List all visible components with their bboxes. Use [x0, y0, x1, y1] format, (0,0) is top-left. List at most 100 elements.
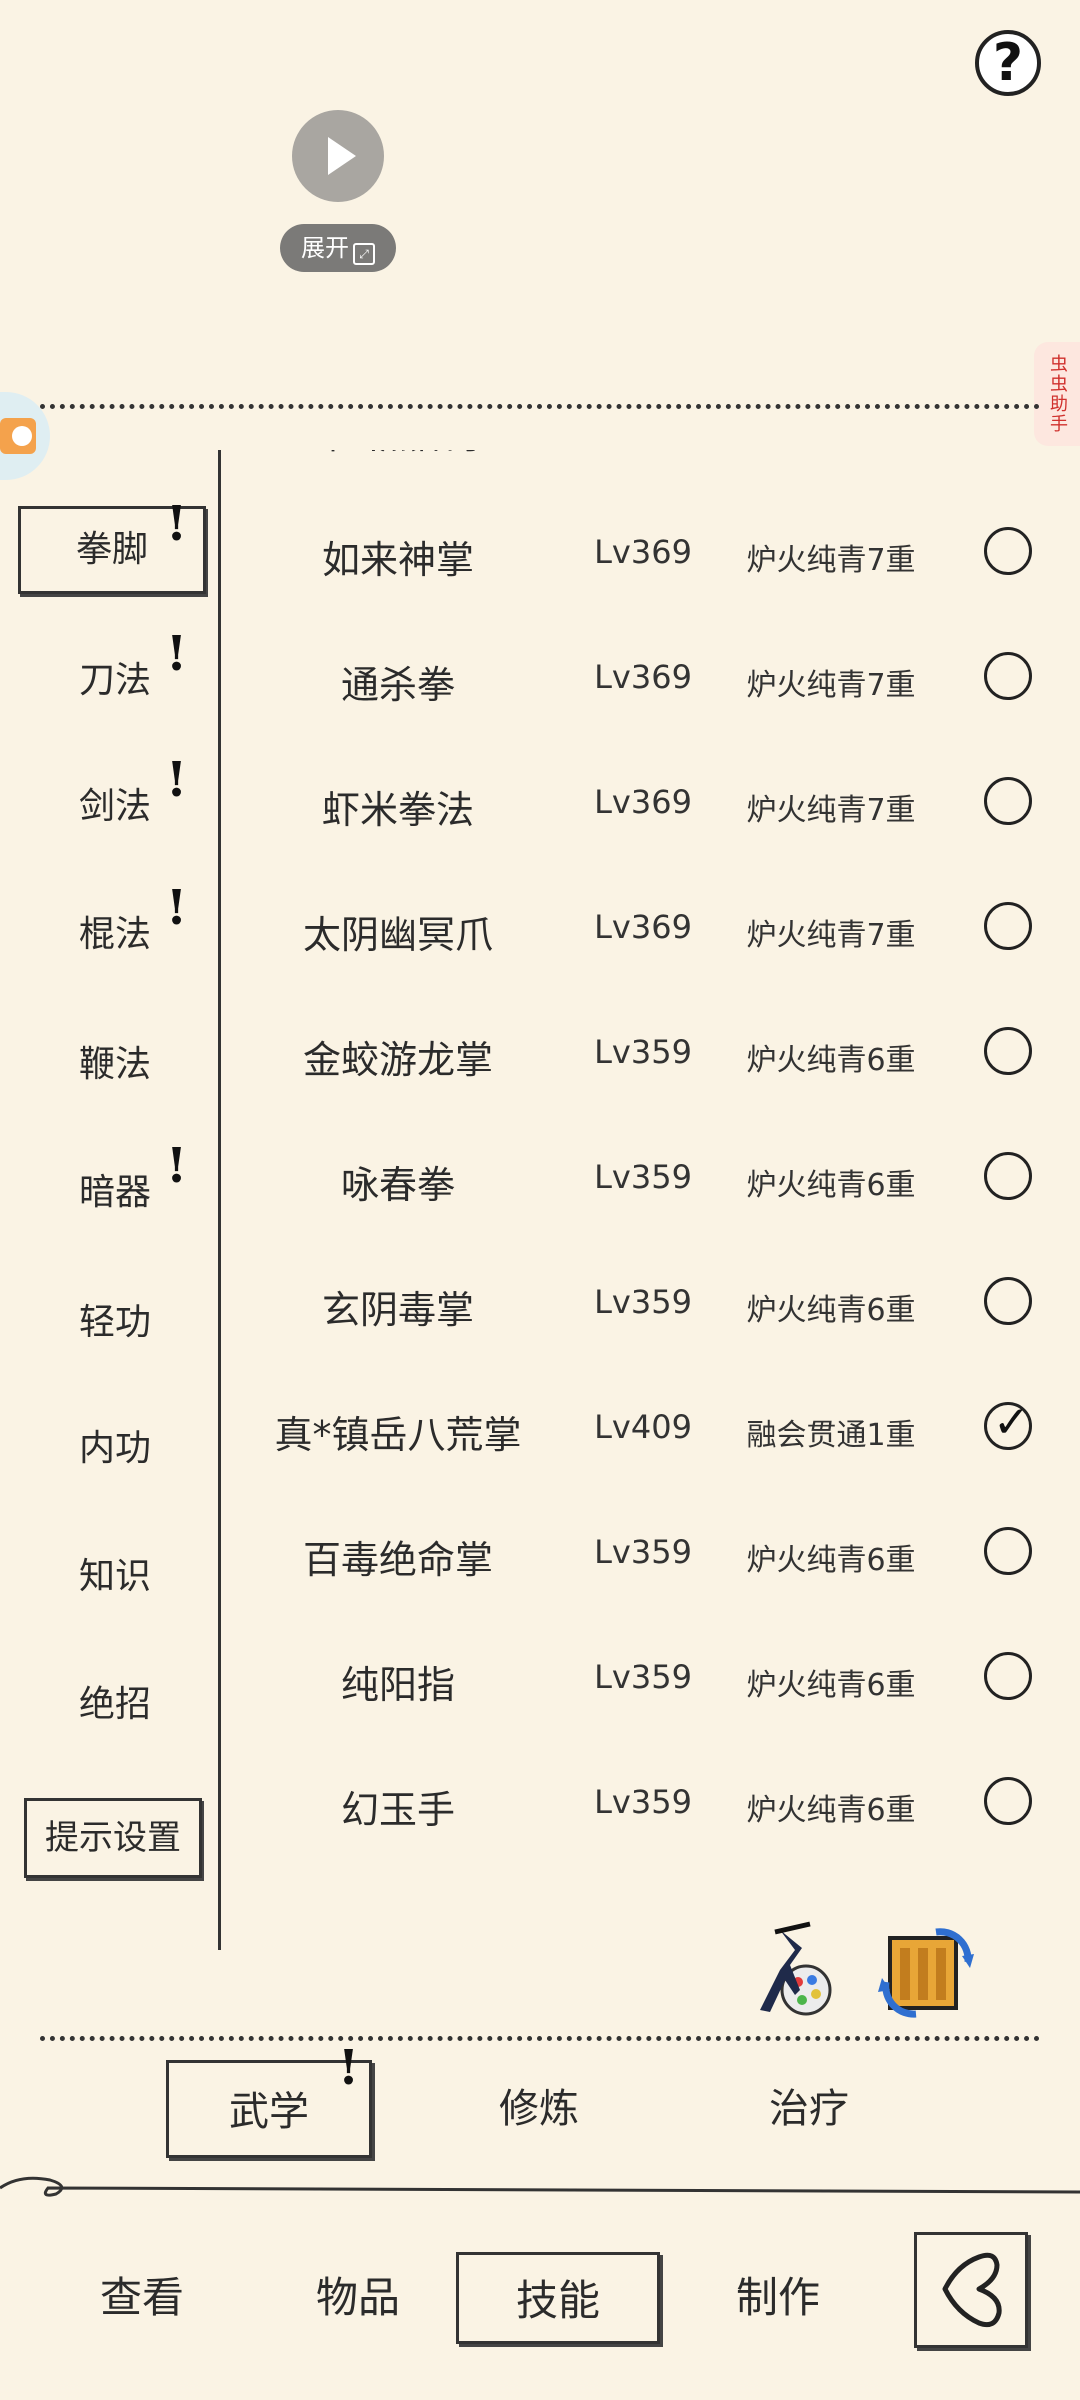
skill-radio[interactable]: [984, 652, 1032, 700]
skill-level: Lv359: [594, 1533, 692, 1571]
alert-mark: !: [338, 2040, 360, 2096]
menu-item-7[interactable]: 内功: [30, 1414, 200, 1484]
nav-item-0[interactable]: 查看: [40, 2252, 244, 2344]
skill-realm: 炉火纯青6重: [746, 1168, 916, 1203]
skill-name: 雪山烈阳掌: [222, 450, 574, 459]
skill-level: Lv359: [594, 1658, 692, 1696]
skill-row[interactable]: 真*镇岳八荒掌 Lv409 融会贯通1重 ✓: [222, 1362, 1080, 1486]
check-icon: ✓: [993, 1397, 1030, 1448]
skill-row[interactable]: 玄阴毒掌 Lv359 炉火纯青6重: [222, 1237, 1080, 1361]
skill-radio[interactable]: [984, 777, 1032, 825]
skill-row[interactable]: 幻玉手 Lv359 炉火纯青6重: [222, 1737, 1080, 1861]
skill-level: Lv369: [594, 533, 692, 571]
menu-item-label: 刀法: [78, 660, 151, 701]
skill-row[interactable]: 如来神掌 Lv369 炉火纯青7重: [222, 487, 1080, 611]
skill-row[interactable]: 咏春拳 Lv359 炉火纯青6重: [222, 1112, 1080, 1236]
back-icon: [942, 2252, 1002, 2328]
skill-name: 金蛟游龙掌: [302, 1038, 493, 1082]
subtab-2[interactable]: 治疗: [706, 2060, 912, 2158]
skill-row[interactable]: 太阴幽冥爪 Lv369 炉火纯青7重: [222, 862, 1080, 986]
alert-mark: !: [166, 1138, 188, 1194]
nav-item-2[interactable]: 技能: [456, 2252, 660, 2344]
skill-name: 玄阴毒掌: [321, 1288, 474, 1332]
skill-row[interactable]: 通杀拳 Lv369 炉火纯青7重: [222, 612, 1080, 736]
divider-bottom: [40, 2036, 1040, 2041]
skill-radio-checked[interactable]: ✓: [984, 1397, 1032, 1450]
menu-item-label: 绝招: [78, 1684, 151, 1725]
skill-level: Lv359: [594, 1158, 692, 1196]
skill-name: 纯阳指: [340, 1663, 455, 1707]
menu-item-8[interactable]: 知识: [30, 1542, 200, 1612]
side-helper-tab[interactable]: 虫虫助手: [1034, 342, 1080, 446]
back-button[interactable]: [914, 2232, 1028, 2348]
nav-item-label: 查看: [99, 2273, 184, 2322]
skill-realm: 炉火纯青6重: [746, 1043, 916, 1078]
play-icon[interactable]: [292, 110, 384, 202]
skill-name: 百毒绝命掌: [302, 1538, 493, 1582]
skill-name: 通杀拳: [340, 663, 455, 707]
menu-item-label: 轻功: [78, 1302, 151, 1343]
skill-row[interactable]: 虾米拳法 Lv369 炉火纯青7重: [222, 737, 1080, 861]
skill-level: Lv369: [594, 658, 692, 696]
skill-row[interactable]: 百毒绝命掌 Lv359 炉火纯青6重: [222, 1487, 1080, 1611]
skill-realm: 炉火纯青7重: [746, 918, 916, 953]
nav-item-1[interactable]: 物品: [256, 2252, 460, 2344]
skill-level: Lv359: [594, 1783, 692, 1821]
skill-name: 真*镇岳八荒掌: [274, 1413, 522, 1457]
skill-name: 虾米拳法: [321, 788, 474, 832]
nav-item-label: 制作: [735, 2273, 820, 2322]
expand-label: 展开: [301, 234, 349, 262]
skill-radio[interactable]: [984, 1777, 1032, 1825]
skill-realm: 融会贯通1重: [746, 1418, 916, 1453]
skill-row[interactable]: 金蛟游龙掌 Lv359 炉火纯青6重: [222, 987, 1080, 1111]
skill-row[interactable]: 纯阳指 Lv359 炉火纯青6重: [222, 1612, 1080, 1736]
skill-realm: 炉火纯青7重: [746, 668, 916, 703]
skill-radio[interactable]: [984, 902, 1032, 950]
alert-mark: !: [166, 752, 188, 808]
expand-icon: ⤢: [353, 243, 375, 265]
expand-button[interactable]: 展开 ⤢: [280, 224, 396, 272]
subtab-label: 武学: [229, 2089, 309, 2135]
menu-item-label: 鞭法: [78, 1044, 151, 1085]
skill-realm: 炉火纯青7重: [746, 793, 916, 828]
menu-item-label: 内功: [78, 1428, 151, 1469]
hint-settings-button[interactable]: 提示设置: [24, 1798, 202, 1878]
menu-item-9[interactable]: 绝招: [30, 1670, 200, 1740]
skill-name: 咏春拳: [340, 1163, 455, 1207]
skill-realm: 炉火纯青6重: [746, 1293, 916, 1328]
skill-name: 如来神掌: [321, 538, 474, 582]
martial-artist-palette-icon[interactable]: [740, 1920, 840, 2020]
nav-item-3[interactable]: 制作: [676, 2252, 880, 2344]
skill-radio[interactable]: [984, 1652, 1032, 1700]
skill-radio[interactable]: [984, 527, 1032, 575]
help-button[interactable]: ?: [975, 30, 1041, 96]
ink-swirl-divider: [0, 2176, 1080, 2197]
skill-level: Lv369: [594, 908, 692, 946]
skill-level: Lv409: [594, 1408, 692, 1446]
nav-item-label: 物品: [315, 2273, 400, 2322]
skill-radio[interactable]: [984, 1527, 1032, 1575]
skill-level: Lv359: [594, 1283, 692, 1321]
alert-mark: !: [166, 626, 188, 682]
menu-item-label: 暗器: [78, 1172, 151, 1213]
skill-name: 幻玉手: [340, 1788, 455, 1832]
menu-divider: [218, 450, 221, 1950]
subtab-1[interactable]: 修炼: [436, 2060, 642, 2158]
skill-radio[interactable]: [984, 1152, 1032, 1200]
skill-realm: 炉火纯青7重: [746, 543, 916, 578]
skill-realm: 炉火纯青6重: [746, 1793, 916, 1828]
subtab-label: 修炼: [499, 2086, 579, 2132]
skill-radio[interactable]: [984, 1027, 1032, 1075]
menu-item-label: 剑法: [78, 786, 151, 827]
skill-row[interactable]: 雪山烈阳掌Lv369炉火纯青7重: [222, 450, 1080, 486]
skill-realm: 炉火纯青6重: [746, 1668, 916, 1703]
skill-name: 太阴幽冥爪: [302, 913, 493, 957]
alert-mark: !: [166, 880, 188, 936]
swap-book-icon[interactable]: [876, 1920, 976, 2020]
skill-realm: 炉火纯青7重: [726, 450, 936, 454]
skill-radio[interactable]: [984, 1277, 1032, 1325]
menu-item-4[interactable]: 鞭法: [30, 1030, 200, 1100]
menu-item-6[interactable]: 轻功: [30, 1288, 200, 1358]
skill-list: 雪山烈阳掌Lv369炉火纯青7重如来神掌Lv369炉火纯青7重通杀拳Lv369炉…: [222, 450, 1080, 1880]
divider-top: [40, 404, 1040, 409]
